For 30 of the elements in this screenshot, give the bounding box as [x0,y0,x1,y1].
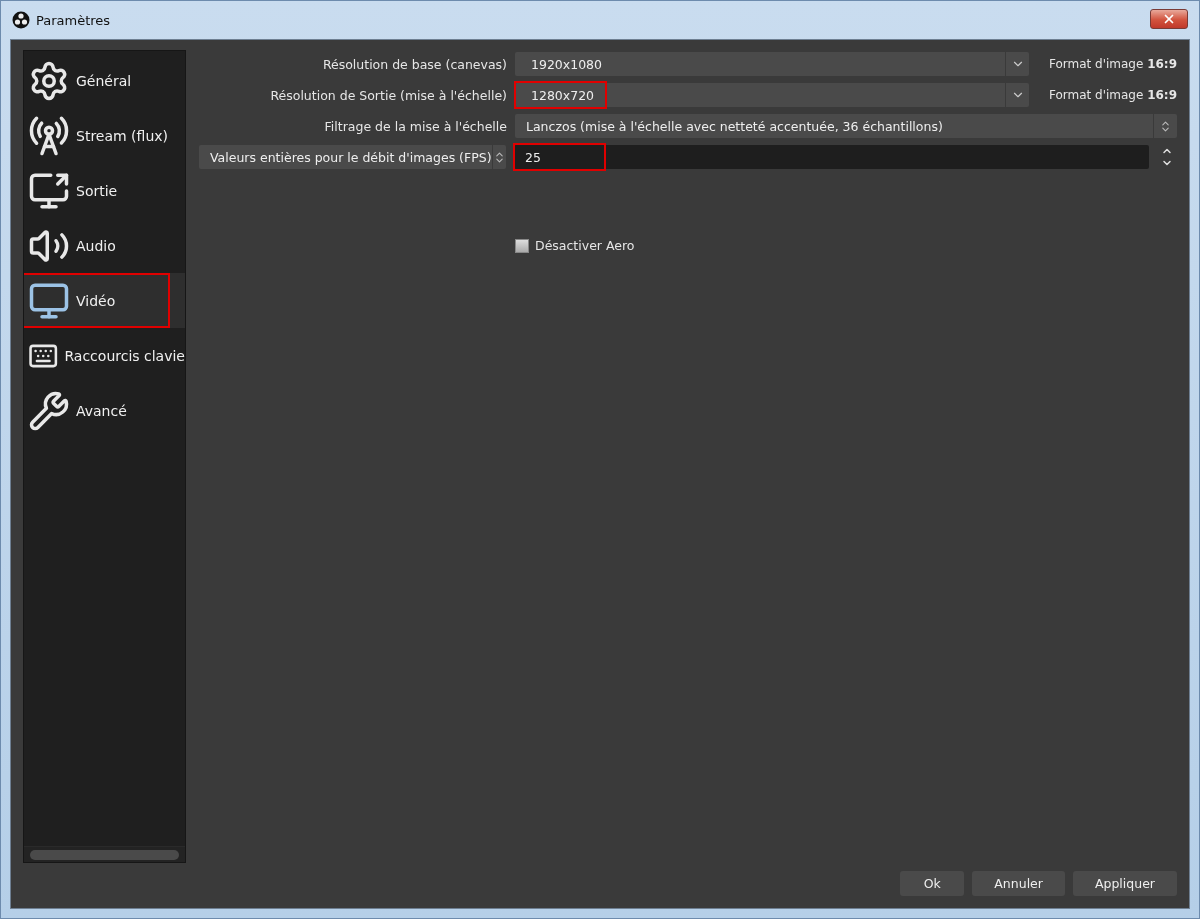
sidebar-item[interactable]: Vidéo [24,273,185,328]
app-logo-icon [12,11,30,29]
resolution-combo[interactable]: 1920x1080 [515,52,1029,76]
wrench-icon [28,389,70,432]
checkbox-label: Désactiver Aero [535,238,635,253]
sidebar-item[interactable]: Avancé [24,383,185,438]
sidebar-item[interactable]: Raccourcis clavie [24,328,185,383]
updown-icon [1159,119,1172,133]
sidebar-item[interactable]: Stream (flux) [24,108,185,163]
sidebar-item[interactable]: Audio [24,218,185,273]
close-button[interactable] [1150,9,1188,29]
scrollbar[interactable] [24,846,185,862]
filter-select[interactable]: Lanczos (mise à l'échelle avec netteté accentuée, 36 échantillons) [515,114,1177,138]
aspect-ratio-text: Format d'image 16:9 [1047,88,1177,102]
dialog-button[interactable]: Appliquer [1072,871,1177,896]
close-icon [1162,12,1176,26]
fps-mode-select[interactable]: Valeurs entières pour le débit d'images (FPS) [199,145,506,169]
window-title: Paramètres [36,12,111,28]
field-label: Résolution de base (canevas) [321,56,507,72]
aspect-ratio-text: Format d'image 16:9 [1047,57,1177,71]
field-label: Résolution de Sortie (mise à l'échelle) [269,87,507,103]
field-label: Filtrage de la mise à l'échelle [323,118,507,134]
fps-field[interactable]: 25 [514,145,1149,169]
resolution-combo[interactable]: 1280x720 [515,83,1029,107]
checkbox[interactable] [515,238,529,253]
sidebar-item[interactable]: Sortie [24,163,185,218]
antenna-icon [28,114,70,157]
dialog-button[interactable]: Annuler [972,871,1065,896]
sidebar-item[interactable]: Général [24,53,185,108]
dialog-button[interactable]: Ok [900,871,965,896]
